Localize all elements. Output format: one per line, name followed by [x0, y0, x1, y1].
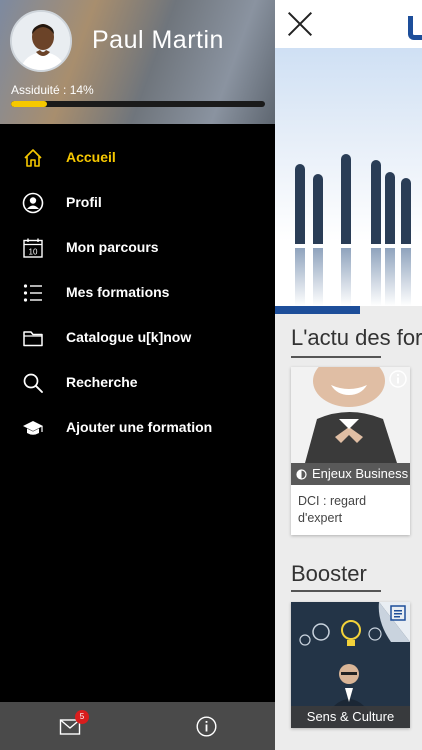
- menu-item-ajouter-formation[interactable]: Ajouter une formation: [0, 405, 275, 450]
- menu-item-profil[interactable]: Profil: [0, 180, 275, 225]
- navigation-drawer: Paul Martin Assiduité : 14% Accueil Prof…: [0, 0, 275, 750]
- close-icon[interactable]: [287, 11, 313, 37]
- menu-item-mon-parcours[interactable]: 10 Mon parcours: [0, 225, 275, 270]
- search-icon: [23, 373, 43, 393]
- section-title-news: L'actu des for: [291, 325, 422, 350]
- avatar[interactable]: [10, 10, 72, 72]
- half-circle-icon: [296, 469, 307, 480]
- section-divider: [291, 590, 381, 592]
- svg-text:10: 10: [29, 248, 38, 257]
- user-name: Paul Martin: [92, 26, 224, 54]
- brand-logo: [408, 16, 422, 40]
- calendar-icon: 10: [23, 238, 43, 258]
- info-icon[interactable]: [196, 716, 217, 737]
- attendance-progress-fill: [11, 101, 47, 107]
- course-card-tag: Sens & Culture: [291, 706, 410, 728]
- document-icon: [390, 605, 406, 621]
- attendance-label: Assiduité : 14%: [11, 83, 94, 97]
- menu-item-label: Accueil: [66, 149, 116, 165]
- menu-item-accueil[interactable]: Accueil: [0, 135, 275, 180]
- course-card-tag: Enjeux Business: [291, 463, 410, 485]
- menu-item-label: Mes formations: [66, 284, 170, 300]
- menu-item-label: Profil: [66, 194, 102, 210]
- menu-item-recherche[interactable]: Recherche: [0, 360, 275, 405]
- menu-item-mes-formations[interactable]: Mes formations: [0, 270, 275, 315]
- hero-indicator: [275, 306, 360, 314]
- user-circle-icon: [22, 192, 44, 214]
- drawer-footer: [0, 702, 275, 750]
- hero-image[interactable]: [275, 48, 422, 306]
- menu-item-label: Ajouter une formation: [66, 419, 213, 435]
- menu-item-catalogue[interactable]: Catalogue u[k]now: [0, 315, 275, 360]
- graduation-cap-icon: [23, 421, 43, 435]
- mail-badge: 5: [75, 710, 89, 724]
- menu-item-label: Mon parcours: [66, 239, 159, 255]
- menu-item-label: Catalogue u[k]now: [66, 329, 192, 345]
- course-card-news[interactable]: Enjeux Business DCI : regard d'expert: [291, 367, 410, 535]
- list-icon: [23, 284, 42, 302]
- card-info-icon[interactable]: [389, 370, 407, 388]
- section-title-booster: Booster: [291, 561, 367, 586]
- course-card-description: DCI : regard d'expert: [298, 494, 367, 525]
- menu-item-label: Recherche: [66, 374, 138, 390]
- section-divider: [291, 356, 381, 358]
- main-menu: Accueil Profil 10 Mon parcours Mes forma…: [0, 135, 275, 450]
- home-icon: [24, 149, 42, 167]
- folder-icon: [23, 331, 43, 347]
- course-card-booster[interactable]: Sens & Culture: [291, 602, 410, 728]
- attendance-progress-bar: [11, 101, 265, 107]
